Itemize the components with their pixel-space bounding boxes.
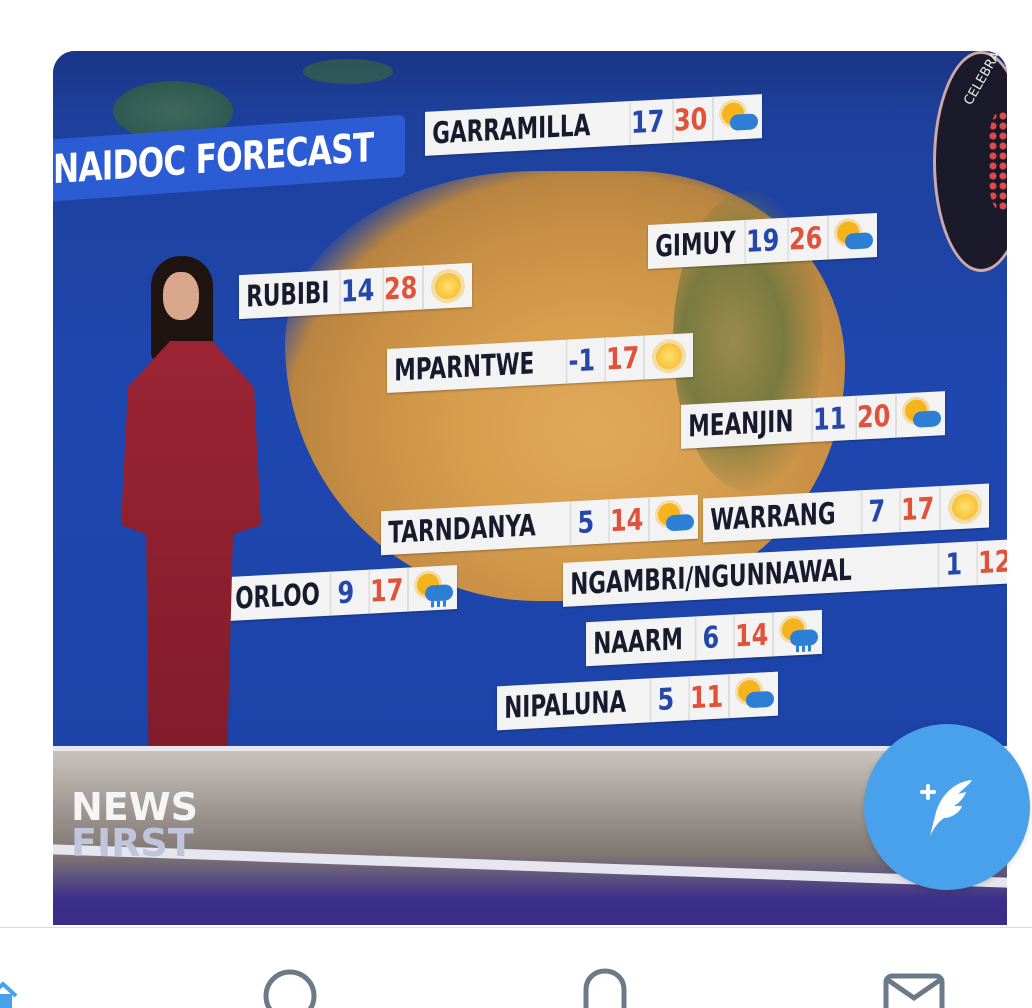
city-name: MEANJIN (688, 403, 794, 445)
city-name: NIPALUNA (504, 684, 627, 726)
compose-tweet-icon (920, 780, 972, 836)
sun-cloud-icon (728, 671, 779, 719)
map-landmass (303, 59, 393, 84)
low-temp: -1 (565, 338, 596, 384)
forecast-title-banner: NAIDOC FORECAST (53, 114, 405, 202)
city-name: NAARM (593, 621, 683, 662)
high-temp: 12 (976, 539, 1007, 586)
low-temp: 7 (860, 488, 892, 535)
high-temp: 14 (608, 497, 644, 544)
home-icon[interactable] (0, 978, 18, 1008)
low-temp: 1 (937, 541, 969, 588)
low-temp: 19 (744, 218, 780, 264)
logo-line-first: FIRST (71, 821, 194, 865)
city-name: WARRANG (710, 496, 836, 538)
messages-icon[interactable] (882, 972, 946, 1008)
sun-icon (643, 332, 694, 380)
low-temp: 14 (338, 268, 374, 314)
sun-cloud-icon (827, 212, 878, 260)
city-name: GIMUY (655, 224, 736, 265)
logo-line-news: NEWS (71, 785, 199, 829)
bottom-tab-bar (0, 927, 1032, 1008)
sun-cloud-icon (647, 494, 698, 542)
high-temp: 11 (688, 674, 724, 721)
compose-tweet-button[interactable] (864, 724, 1030, 890)
presenter-dress (121, 341, 261, 801)
low-temp: 11 (811, 396, 847, 443)
sun-icon (938, 483, 989, 531)
sun-cloud-rain-icon (772, 609, 823, 657)
sun-cloud-rain-icon (407, 564, 458, 612)
low-temp: 9 (329, 570, 360, 616)
cropped-tweet-text (60, 0, 400, 8)
low-temp: 5 (569, 499, 601, 546)
sun-cloud-icon (712, 94, 763, 141)
high-temp: 30 (672, 97, 708, 143)
sun-cloud-icon (894, 391, 945, 438)
forecast-city-naarm: NAARM 6 14 (586, 609, 823, 667)
search-icon[interactable] (262, 968, 322, 1008)
sun-icon (422, 262, 473, 310)
presenter-figure (121, 256, 261, 826)
low-temp: 17 (629, 99, 665, 146)
high-temp: 17 (899, 486, 935, 533)
presenter-face (163, 272, 199, 320)
forecast-title: NAIDOC FORECAST (53, 124, 374, 194)
low-temp: 5 (650, 676, 681, 723)
high-temp: 14 (732, 612, 768, 659)
city-name: TARNDANYA (388, 507, 536, 551)
high-temp: 28 (382, 265, 418, 312)
high-temp: 17 (368, 567, 404, 614)
low-temp: 6 (694, 614, 725, 661)
high-temp: 26 (787, 215, 823, 262)
notifications-icon[interactable] (578, 968, 632, 1008)
forecast-city-nipaluna: NIPALUNA 5 11 (497, 671, 779, 731)
high-temp: 17 (603, 335, 639, 382)
news-first-logo: NEWS FIRST (71, 785, 199, 865)
city-name: GARRAMILLA (432, 107, 591, 151)
seal-dots (988, 111, 1007, 211)
forecast-city-orloo: ORLOO 9 17 (228, 564, 458, 622)
high-temp: 20 (855, 393, 891, 440)
city-name: MPARNTWE (394, 345, 535, 389)
